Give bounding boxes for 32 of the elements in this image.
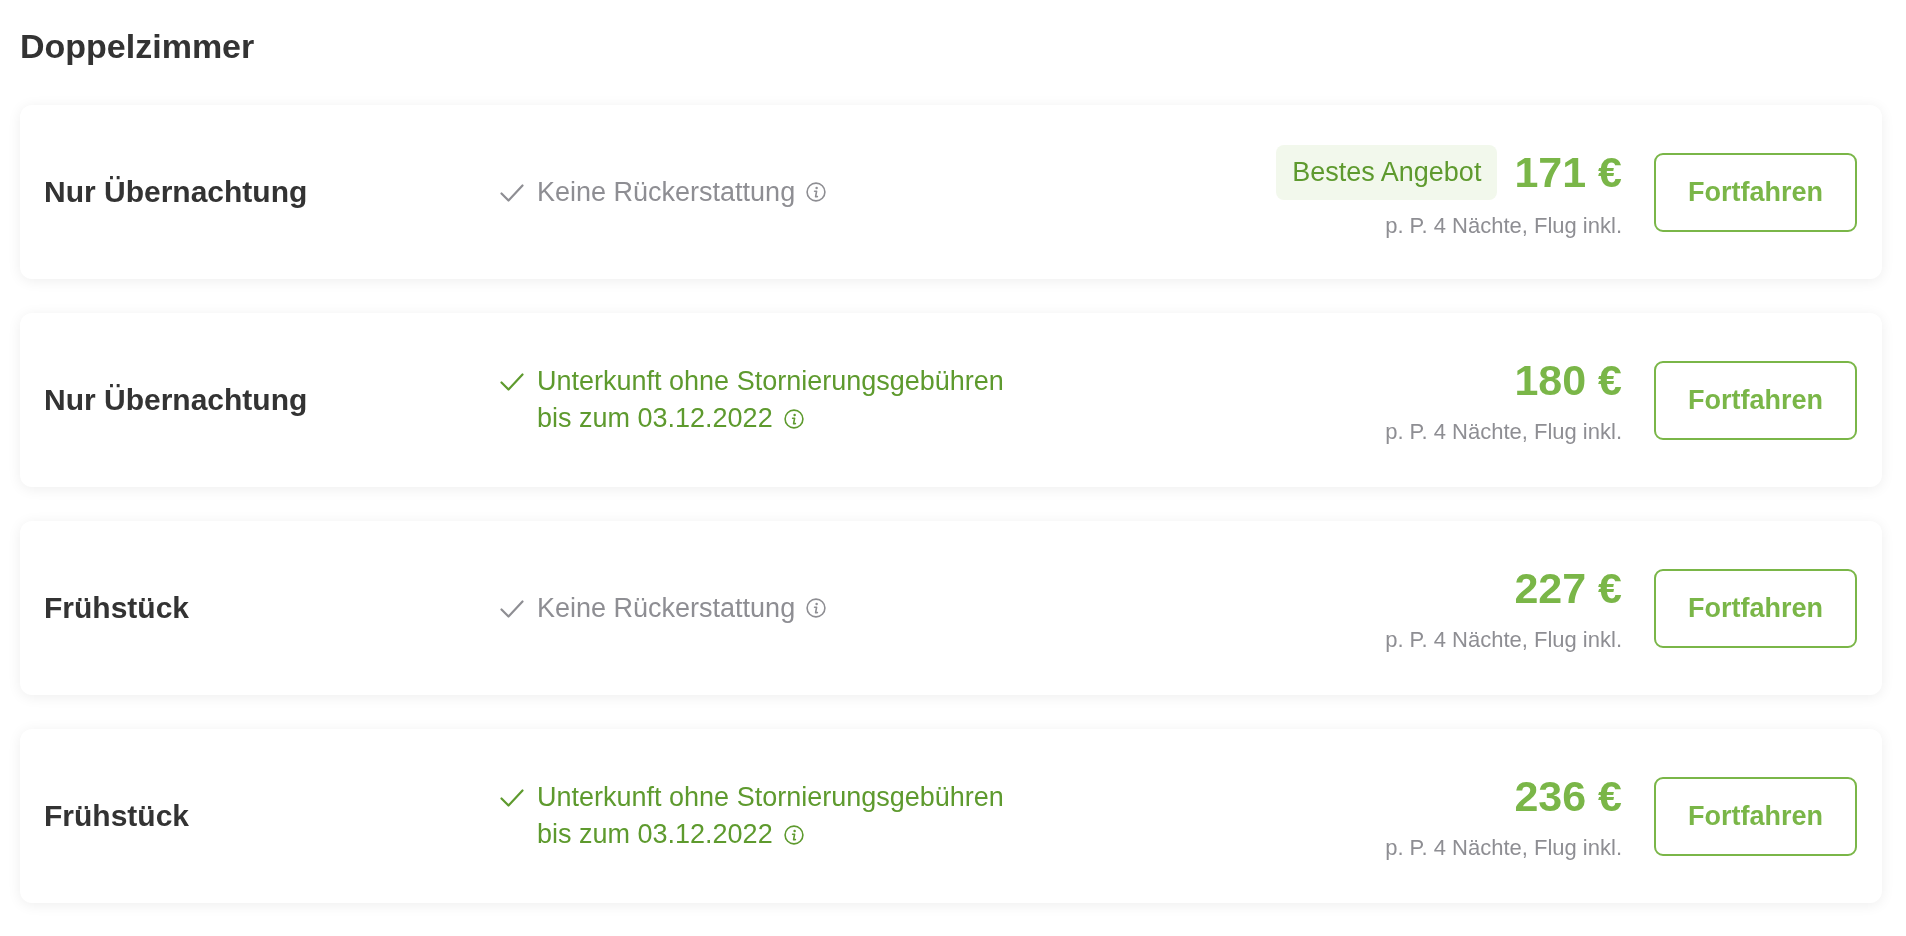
price: 227 € [1514,563,1622,614]
price: 180 € [1514,355,1622,406]
cancellation-policy: Keine Rückerstattung [537,591,796,625]
continue-button[interactable]: Fortfahren [1654,568,1857,648]
price: 171 € [1514,147,1622,198]
info-icon[interactable] [783,408,804,429]
continue-button[interactable]: Fortfahren [1654,360,1857,440]
info-icon[interactable] [783,824,804,845]
board-type: Nur Übernachtung [44,383,308,416]
price-note: p. P. 4 Nächte, Flug inkl. [1385,626,1622,654]
cancellation-policy: Unterkunft ohne Stornierungsgebühren [537,365,1004,398]
continue-button[interactable]: Fortfahren [1654,776,1857,856]
checkmark-icon [500,598,524,619]
cancellation-policy: Unterkunft ohne Stornierungsgebühren [537,781,1004,814]
best-offer-badge: Bestes Angebot [1276,144,1498,200]
continue-button[interactable]: Fortfahren [1654,152,1857,232]
section-title: Doppelzimmer [20,26,256,67]
price-note: p. P. 4 Nächte, Flug inkl. [1385,834,1622,862]
info-icon[interactable] [806,598,827,618]
info-icon[interactable] [806,182,827,202]
cancellation-policy: bis zum 03.12.2022 [537,818,773,851]
board-type: Frühstück [44,799,190,832]
price-note: p. P. 4 Nächte, Flug inkl. [1385,211,1622,240]
cancellation-policy: Keine Rückerstattung [537,175,796,209]
checkmark-icon [500,788,524,808]
price-note: p. P. 4 Nächte, Flug inkl. [1385,418,1622,446]
board-type: Nur Übernachtung [44,175,308,208]
cancellation-policy: bis zum 03.12.2022 [537,402,773,435]
price: 236 € [1514,771,1622,822]
board-type: Frühstück [44,591,190,624]
checkmark-icon [500,182,524,203]
checkmark-icon [500,372,524,392]
